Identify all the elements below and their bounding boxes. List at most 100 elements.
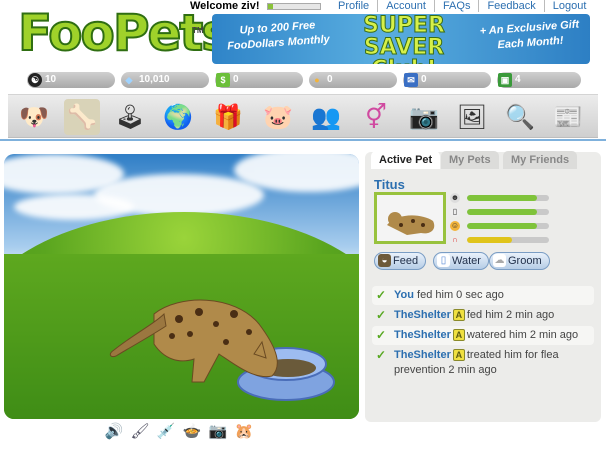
foopets-logo[interactable]: FooPets TM	[14, 3, 232, 68]
stat-mail[interactable]: ✉ 0	[403, 72, 491, 88]
feedback-link[interactable]: Feedback	[478, 0, 543, 12]
hunger-bar-fill	[467, 195, 537, 201]
camera-icon[interactable]: 📷	[208, 422, 228, 442]
badge-icon: A	[452, 349, 465, 362]
feed-label: Feed	[393, 255, 419, 267]
happiness-bar-fill	[467, 223, 537, 229]
stats-bar: ☯ 10 ◆ 10,010 $0 ● 0 ✉ 0 ▣ 4	[27, 72, 587, 90]
pet-name[interactable]: Titus	[374, 177, 405, 192]
hygiene-bar-fill	[467, 237, 513, 243]
water-icon: ▯	[437, 254, 450, 267]
banner-left-text: Up to 200 Free FooDollars Monthly	[226, 19, 331, 53]
nav-news-icon[interactable]: 📰	[550, 99, 586, 135]
nav-my-pets-icon[interactable]: 🦴	[64, 99, 100, 135]
brush-icon[interactable]: 🖌	[130, 422, 150, 442]
stat-value: 0	[327, 74, 333, 85]
stat-diamonds[interactable]: ◆ 10,010	[121, 72, 209, 88]
hunger-bar	[467, 195, 549, 201]
feed-actor[interactable]: TheShelter	[394, 309, 451, 321]
water-button[interactable]: ▯ Water	[433, 252, 489, 270]
cat-and-bowl	[109, 299, 335, 401]
scene-toolbar: 🔊 🖌 💉 🍲 📷 🐹	[104, 422, 264, 444]
badge-icon: A	[452, 309, 465, 322]
profile-link[interactable]: Profile	[330, 0, 377, 12]
diamond-icon: ◆	[125, 75, 133, 85]
feed-item: ✓ TheShelter Atreated him for flea preven…	[372, 346, 594, 380]
needle-icon[interactable]: 💉	[156, 422, 176, 442]
stat-box[interactable]: ▣ 4	[497, 72, 581, 88]
stat-yin-yang[interactable]: ☯ 10	[27, 72, 115, 88]
bottle-icon: ▯	[450, 207, 460, 217]
sound-icon[interactable]: 🔊	[104, 422, 124, 442]
stat-value: 4	[515, 74, 521, 85]
feed-button[interactable]: ◒ Feed	[374, 252, 427, 270]
water-label: Water	[452, 255, 481, 267]
yin-yang-icon: ☯	[28, 73, 42, 87]
checkmark-icon: ✓	[376, 308, 387, 322]
checkmark-icon: ✓	[376, 348, 387, 362]
feed-item: ✓ You fed him 0 sec ago	[372, 286, 594, 305]
happiness-bar	[467, 223, 549, 229]
logo-trademark: TM	[192, 26, 204, 35]
groom-button[interactable]: ☁ Groom	[489, 252, 550, 270]
tab-active-pet[interactable]: Active Pet	[371, 151, 441, 169]
feed-actor[interactable]: You	[394, 289, 414, 301]
pet-photo[interactable]	[374, 192, 446, 244]
tab-my-friends[interactable]: My Friends	[503, 151, 578, 169]
magnet-icon: ∩	[452, 235, 458, 244]
header-separator	[0, 139, 606, 141]
hygiene-stat: ∩	[450, 235, 550, 246]
nav-adopt-icon[interactable]: 🐶	[16, 99, 52, 135]
top-links: Profile Account FAQs Feedback Logout	[330, 0, 594, 12]
groom-icon: ☁	[493, 254, 506, 267]
panel-tabs: Active Pet My Pets My Friends	[365, 151, 601, 169]
banner-title: SUPER SAVER Club!	[363, 14, 446, 64]
logout-link[interactable]: Logout	[543, 0, 595, 12]
main-nav-bar: 🐶 🦴 🕹 🌍 🎁 🐷 👥 ⚥ 📷 🖼 🔍 📰	[8, 94, 598, 138]
feed-actor[interactable]: TheShelter	[394, 329, 451, 341]
banner-right-text: + An Exclusive Gift Each Month!	[479, 18, 580, 52]
thirst-stat: ▯	[450, 207, 550, 218]
feed-item: ✓ TheShelter Afed him 2 min ago	[372, 306, 594, 325]
welcome-progress-bar	[267, 3, 321, 10]
checkmark-icon: ✓	[376, 288, 387, 302]
feed-action: fed him 2 min ago	[466, 309, 555, 321]
nav-gifts-icon[interactable]: 🎁	[210, 99, 246, 135]
feed-action: fed him 0 sec ago	[417, 289, 504, 301]
nav-world-icon[interactable]: 🌍	[160, 99, 196, 135]
checkmark-icon: ✓	[376, 328, 387, 342]
faqs-link[interactable]: FAQs	[433, 0, 479, 12]
welcome-progress-fill	[268, 4, 274, 9]
hunger-stat: ☻	[450, 193, 550, 204]
nav-camera-icon[interactable]: 📷	[406, 99, 442, 135]
stat-money[interactable]: $0	[215, 72, 303, 88]
money-icon: $	[216, 73, 230, 87]
tab-my-pets[interactable]: My Pets	[441, 151, 499, 169]
cat-thumbnail	[377, 195, 443, 241]
account-link[interactable]: Account	[377, 0, 434, 12]
toy-icon[interactable]: 🐹	[234, 422, 254, 442]
chef-icon: ☻	[450, 193, 460, 203]
super-saver-banner[interactable]: Up to 200 Free FooDollars Monthly SUPER …	[212, 14, 590, 64]
feed-item: ✓ TheShelter Awatered him 2 min ago	[372, 326, 594, 345]
happiness-stat: ☺	[450, 221, 550, 232]
stat-value: 10,010	[139, 74, 170, 85]
food-dish-icon[interactable]: 🍲	[182, 422, 202, 442]
nav-games-icon[interactable]: 🕹	[112, 99, 148, 135]
mail-icon: ✉	[404, 73, 418, 87]
friends-icon: ●	[314, 75, 320, 85]
nav-photos-icon[interactable]: 🖼	[454, 99, 490, 135]
nav-dating-icon[interactable]: ⚥	[358, 99, 394, 135]
nav-bank-icon[interactable]: 🐷	[260, 99, 296, 135]
smile-icon: ☺	[450, 221, 460, 231]
food-bowl-icon: ◒	[378, 254, 391, 267]
stat-friends[interactable]: ● 0	[309, 72, 397, 88]
feed-actor[interactable]: TheShelter	[394, 349, 451, 361]
badge-icon: A	[452, 329, 465, 342]
nav-friends-icon[interactable]: 👥	[308, 99, 344, 135]
nav-search-icon[interactable]: 🔍	[502, 99, 538, 135]
welcome-text: Welcome ziv!	[190, 0, 260, 12]
stat-value: 0	[421, 74, 427, 85]
thirst-bar-fill	[467, 209, 537, 215]
pet-scene[interactable]	[4, 154, 359, 419]
